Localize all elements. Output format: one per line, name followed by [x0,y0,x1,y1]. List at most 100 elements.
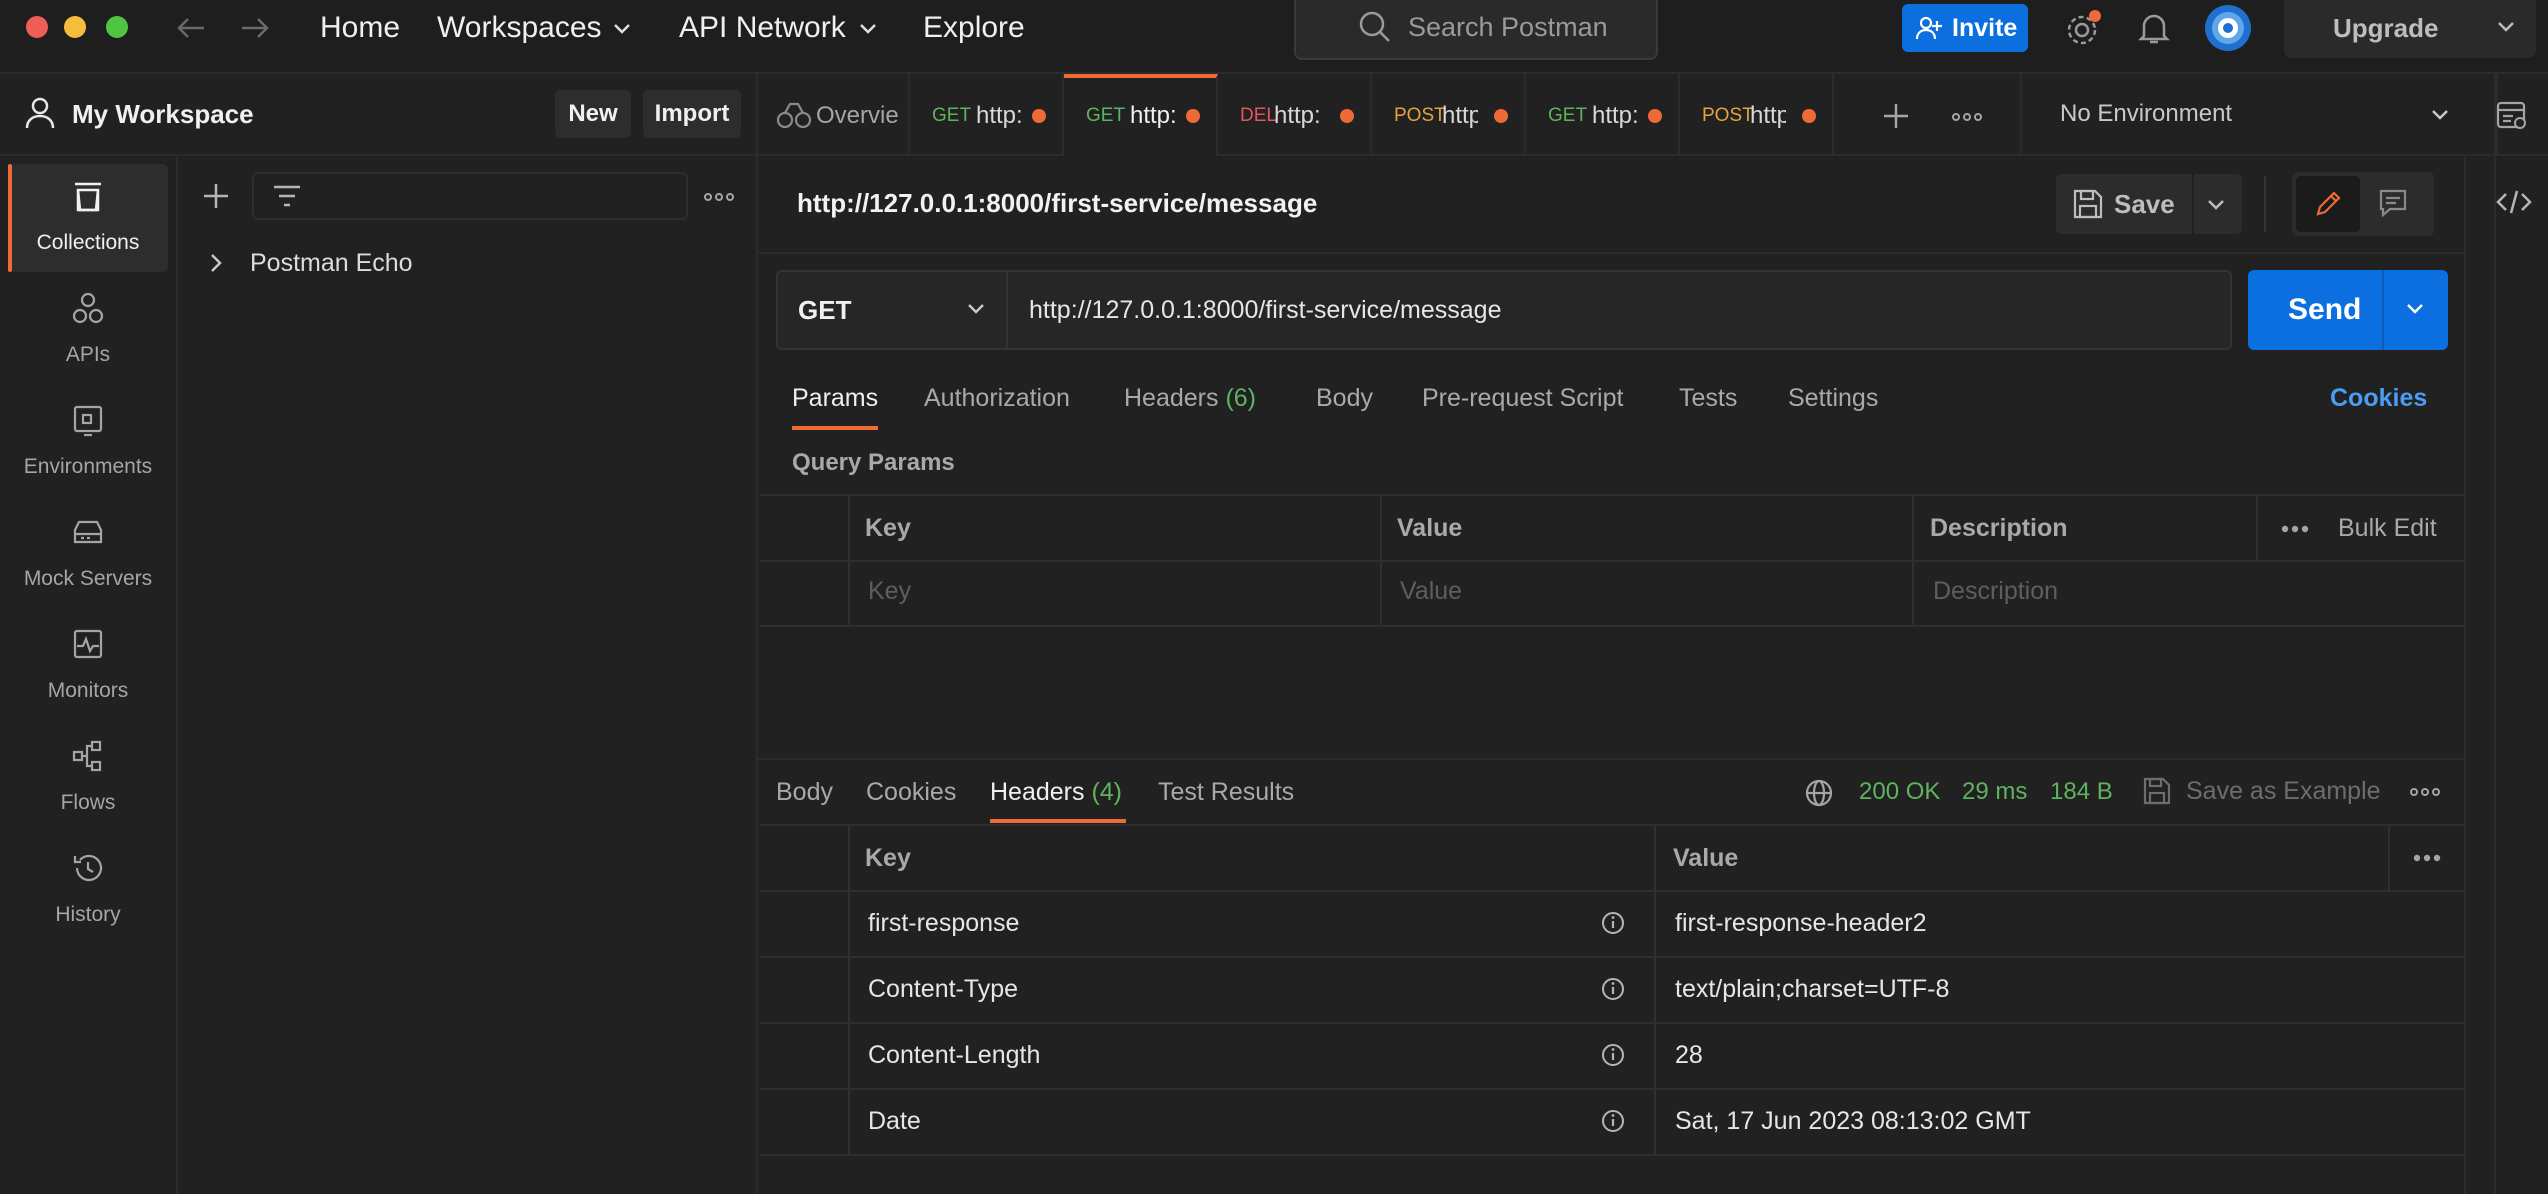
grid-line [760,1088,2464,1090]
headers-more-icon[interactable] [2412,853,2442,863]
collections-filter-input[interactable] [252,172,688,220]
new-button[interactable]: New [555,90,631,138]
tab-headers[interactable]: Headers (6) [1124,382,1256,414]
add-collection-plus-icon[interactable] [202,182,230,210]
response-time[interactable]: 29 ms [1962,776,2027,808]
header-key: Content-Type [868,975,1019,1003]
forward-arrow-icon[interactable] [238,14,272,42]
rail-item-environments[interactable]: Environments [8,388,168,496]
globe-icon[interactable] [1804,778,1834,808]
avatar[interactable] [2204,4,2252,52]
collection-item[interactable]: Postman Echo [250,247,413,279]
save-as-example-button[interactable]: Save as Example [2186,775,2381,807]
rail-item-apis[interactable]: APIs [8,276,168,384]
active-tab-underline [990,819,1126,823]
info-icon[interactable] [1600,1108,1626,1134]
window-close-button[interactable] [26,16,48,38]
tab-params[interactable]: Params [792,382,878,414]
notification-bell-icon[interactable] [2138,10,2170,46]
tab-request-active[interactable]: GET http: [1064,74,1218,156]
chevron-down-icon[interactable] [2206,198,2226,212]
environment-quick-look-icon[interactable] [2496,100,2528,132]
rail-label: Flows [60,791,116,814]
history-icon [72,852,104,886]
info-icon[interactable] [1600,910,1626,936]
tab-request[interactable]: POST http [1372,74,1526,156]
import-button[interactable]: Import [643,90,741,138]
unsaved-dot [1802,109,1816,123]
params-more-icon[interactable] [2280,524,2310,534]
header-value: 28 [1675,1041,1703,1069]
rail-item-collections[interactable]: Collections [8,164,168,272]
param-value-input[interactable]: Value [1400,576,1462,606]
query-params-label: Query Params [792,449,955,476]
column-header-key: Key [865,514,911,542]
rail-label: History [55,903,121,926]
tab-method: GET [1548,105,1588,126]
window-maximize-button[interactable] [106,16,128,38]
tab-headers-label: Headers [1124,384,1219,412]
response-more-icon[interactable] [2410,787,2440,797]
settings-gear-icon[interactable] [2064,10,2102,48]
environments-icon [72,404,104,438]
param-description-input[interactable]: Description [1933,576,2058,606]
tab-pre-request-script[interactable]: Pre-request Script [1422,382,1623,414]
tab-body[interactable]: Body [1316,382,1373,414]
response-tab-headers[interactable]: Headers (4) [990,776,1122,808]
tab-tests[interactable]: Tests [1679,382,1737,414]
response-tab-cookies[interactable]: Cookies [866,776,956,808]
grid-line [760,824,2464,826]
tab-method: DEL [1240,105,1277,126]
rail-label: Environments [23,455,153,478]
comments-icon[interactable] [2378,188,2408,218]
param-key-input[interactable]: Key [868,576,911,606]
rail-item-flows[interactable]: Flows [8,724,168,832]
grid-line [1912,494,1914,626]
tab-request[interactable]: GET http: [910,74,1064,156]
tab-method: GET [1086,105,1126,126]
tab-overview[interactable]: Overvie [758,74,910,156]
response-tab-body[interactable]: Body [776,776,833,808]
tab-authorization[interactable]: Authorization [924,382,1070,414]
response-status[interactable]: 200 OK [1859,776,1940,808]
sidebar-more-icon[interactable] [704,192,734,202]
filter-icon[interactable] [272,184,302,208]
code-icon[interactable] [2496,188,2532,216]
info-icon[interactable] [1600,976,1626,1002]
column-header-value: Value [1397,514,1463,542]
tabs-more-icon[interactable] [1952,112,1982,122]
grid-line [760,1154,2464,1156]
chevron-down-icon[interactable] [2405,302,2425,316]
nav-home[interactable]: Home [320,10,400,46]
response-divider[interactable] [758,758,2464,760]
bulk-edit-link[interactable]: Bulk Edit [2338,513,2437,543]
chevron-down-icon [966,302,986,316]
rail-label: Collections [36,231,140,254]
tab-request[interactable]: GET http: [1526,74,1680,156]
chevron-right-icon[interactable] [208,252,224,274]
rail-item-monitors[interactable]: Monitors [8,612,168,720]
request-tabs-bar: Overvie GET http: GET http: DEL http: PO… [758,74,2548,1194]
request-header-divider [758,252,2464,254]
new-tab-plus-icon[interactable] [1882,102,1910,130]
cookies-link[interactable]: Cookies [2330,382,2427,414]
response-size[interactable]: 184 B [2050,776,2113,808]
rail-item-history[interactable]: History [8,836,168,944]
workspace-title[interactable]: My Workspace [72,97,254,131]
back-arrow-icon[interactable] [174,14,208,42]
tab-settings[interactable]: Settings [1788,382,1878,414]
chevron-down-icon[interactable] [2430,108,2450,122]
nav-workspaces[interactable]: Workspaces [437,10,602,46]
window-minimize-button[interactable] [64,16,86,38]
tab-method: GET [932,105,972,126]
rail-label: Mock Servers [23,567,153,590]
info-icon[interactable] [1600,1042,1626,1068]
tab-request[interactable]: DEL http: [1218,74,1372,156]
nav-api-network[interactable]: API Network [679,10,846,46]
chevron-down-icon[interactable] [2496,20,2516,34]
nav-explore[interactable]: Explore [923,10,1025,46]
response-tab-test-results[interactable]: Test Results [1158,776,1294,808]
tab-request[interactable]: POST http [1680,74,1834,156]
rail-item-mock-servers[interactable]: Mock Servers [8,500,168,608]
request-title[interactable]: http://127.0.0.1:8000/first-service/mess… [797,187,1317,219]
